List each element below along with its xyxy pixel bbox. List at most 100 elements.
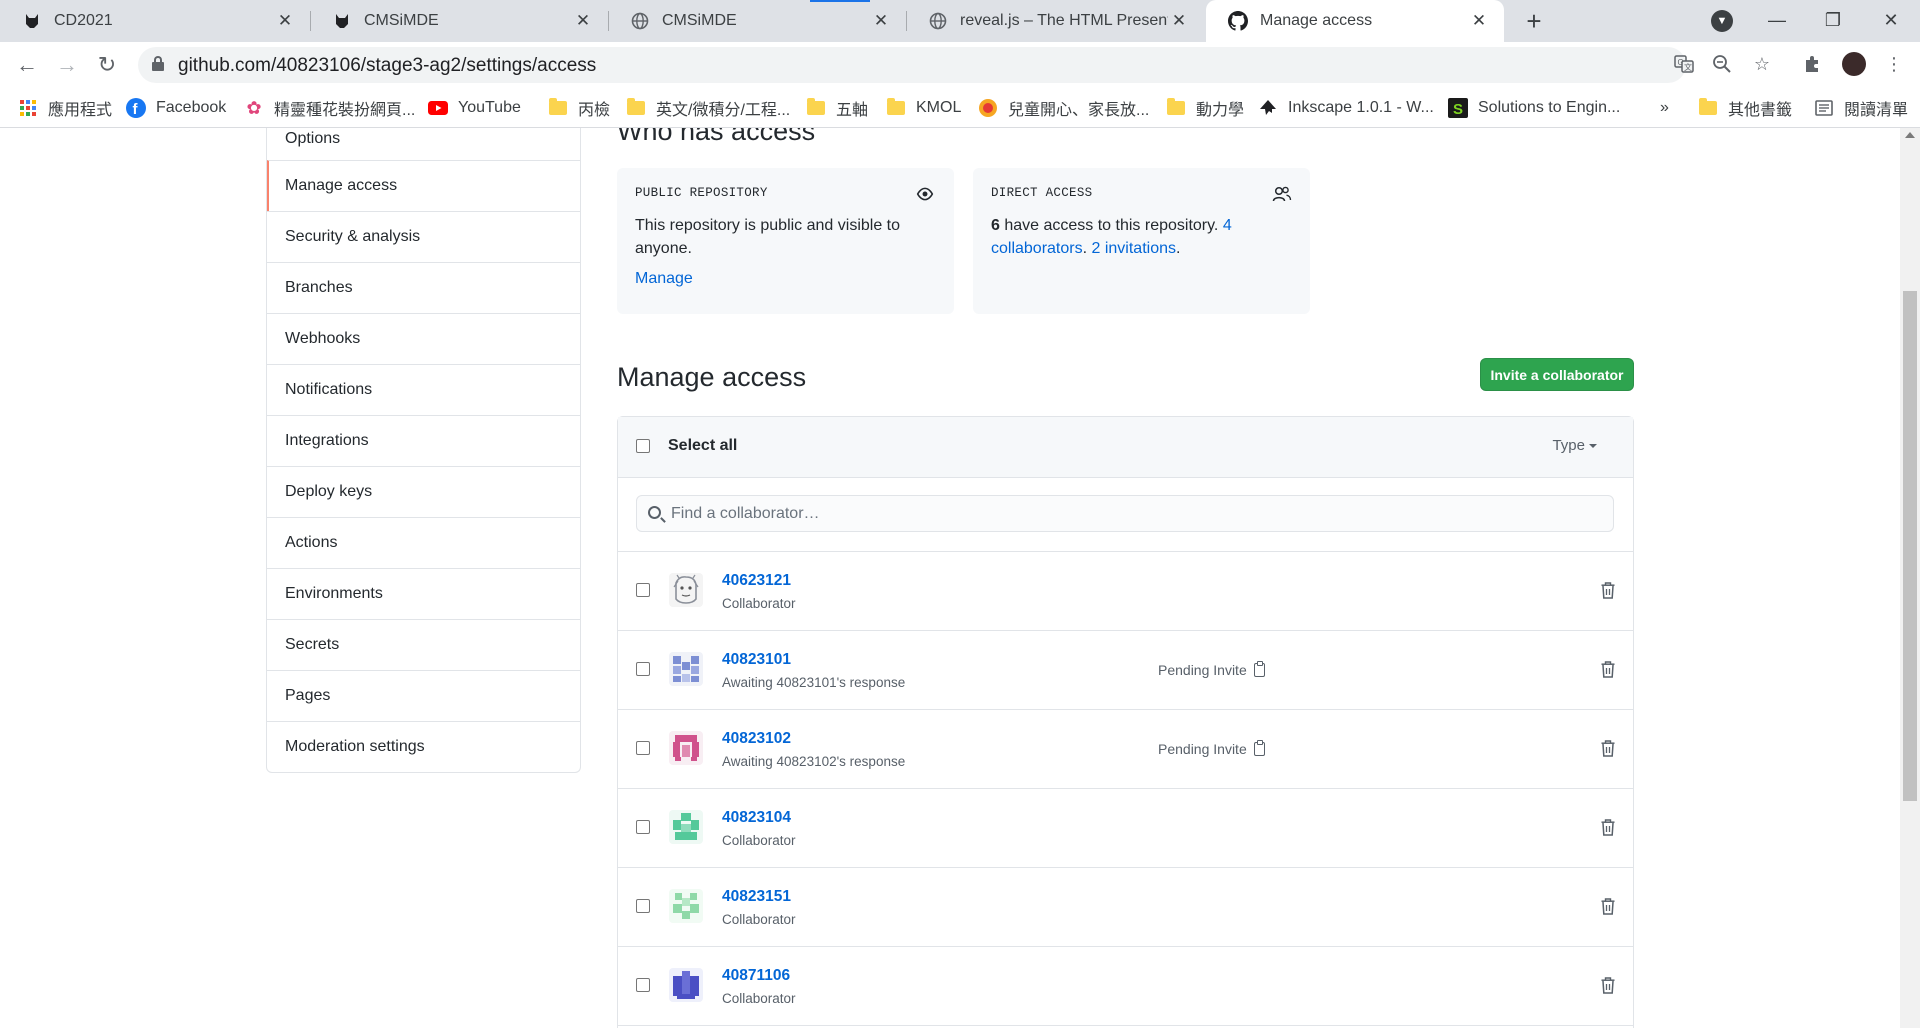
sidebar-item-manage-access[interactable]: Manage access bbox=[267, 160, 580, 211]
reload-icon[interactable]: ↻ bbox=[92, 50, 122, 80]
forward-icon[interactable]: → bbox=[52, 50, 82, 80]
trash-icon[interactable] bbox=[1601, 819, 1615, 836]
type-filter-dropdown[interactable]: Type bbox=[1552, 437, 1597, 454]
row-checkbox[interactable] bbox=[636, 978, 650, 992]
bookmark-folder[interactable]: 英文/微積分/工程... bbox=[626, 96, 790, 120]
row-checkbox[interactable] bbox=[636, 741, 650, 755]
avatar[interactable] bbox=[669, 810, 703, 844]
browser-tab-5-active[interactable]: Manage access ✕ bbox=[1206, 0, 1504, 42]
bookmark-youtube[interactable]: YouTube bbox=[428, 96, 521, 120]
zoom-icon[interactable] bbox=[1710, 54, 1734, 78]
row-checkbox[interactable] bbox=[636, 662, 650, 676]
invitations-count-link[interactable]: 2 invitations bbox=[1092, 240, 1177, 257]
copy-clipboard-icon[interactable] bbox=[1253, 740, 1265, 756]
sidebar-item-notifications[interactable]: Notifications bbox=[267, 364, 580, 415]
sidebar-item-pages[interactable]: Pages bbox=[267, 670, 580, 721]
row-checkbox[interactable] bbox=[636, 583, 650, 597]
browser-tab-1[interactable]: CD2021 ✕ bbox=[0, 0, 310, 42]
translate-icon[interactable]: G文 bbox=[1672, 54, 1696, 76]
browser-menu-icon[interactable]: ⋮ bbox=[1882, 54, 1906, 78]
window-close-icon[interactable]: ✕ bbox=[1866, 0, 1916, 40]
bookmark-flower-site[interactable]: ✿ 精靈種花裝扮網頁... bbox=[244, 96, 415, 120]
extensions-puzzle-icon[interactable] bbox=[1800, 54, 1824, 78]
sidebar-item-actions[interactable]: Actions bbox=[267, 517, 580, 568]
reading-list[interactable]: 閱讀清單 bbox=[1814, 96, 1908, 120]
scrollbar-thumb[interactable] bbox=[1903, 291, 1917, 801]
select-all-checkbox[interactable] bbox=[636, 439, 650, 453]
minimize-icon[interactable]: — bbox=[1752, 0, 1802, 40]
sidebar-item-environments[interactable]: Environments bbox=[267, 568, 580, 619]
avatar[interactable] bbox=[669, 652, 703, 686]
address-bar[interactable]: github.com/40823106/stage3-ag2/settings/… bbox=[138, 47, 1694, 83]
find-collaborator-field[interactable] bbox=[636, 495, 1614, 532]
browser-tab-2[interactable]: CMSiMDE ✕ bbox=[310, 0, 608, 42]
close-tab-icon[interactable]: ✕ bbox=[870, 11, 892, 31]
find-collaborator-input[interactable] bbox=[671, 496, 1601, 531]
close-tab-icon[interactable]: ✕ bbox=[1168, 11, 1190, 31]
search-row bbox=[618, 478, 1633, 552]
collaborator-username-link[interactable]: 40823101 bbox=[722, 651, 791, 669]
close-tab-icon[interactable]: ✕ bbox=[572, 11, 594, 31]
bookmark-folder[interactable]: KMOL bbox=[886, 96, 961, 120]
trash-icon[interactable] bbox=[1601, 740, 1615, 757]
trash-icon[interactable] bbox=[1601, 661, 1615, 678]
avatar[interactable] bbox=[669, 731, 703, 765]
close-tab-icon[interactable]: ✕ bbox=[274, 11, 296, 31]
sidebar-item-deploy-keys[interactable]: Deploy keys bbox=[267, 466, 580, 517]
bookmark-folder[interactable]: 丙檢 bbox=[548, 96, 610, 120]
manage-visibility-link[interactable]: Manage bbox=[635, 270, 936, 288]
collaborator-username-link[interactable]: 40823102 bbox=[722, 730, 791, 748]
row-checkbox[interactable] bbox=[636, 820, 650, 834]
copy-clipboard-icon[interactable] bbox=[1253, 661, 1265, 677]
sidebar-item-options[interactable]: Options bbox=[267, 128, 580, 160]
cmsimde-cat-icon bbox=[332, 11, 352, 31]
collaborator-role: Awaiting 40823102's response bbox=[722, 754, 906, 769]
sidebar-item-webhooks[interactable]: Webhooks bbox=[267, 313, 580, 364]
bookmark-folder[interactable]: 動力學 bbox=[1166, 96, 1244, 120]
avatar[interactable] bbox=[669, 573, 703, 607]
bookmarks-bar: 應用程式 f Facebook ✿ 精靈種花裝扮網頁... YouTube 丙檢… bbox=[0, 88, 1920, 128]
sidebar-item-security-analysis[interactable]: Security & analysis bbox=[267, 211, 580, 262]
bookmarks-overflow-icon[interactable]: » bbox=[1660, 96, 1669, 120]
close-tab-icon[interactable]: ✕ bbox=[1468, 11, 1490, 31]
sidebar-item-secrets[interactable]: Secrets bbox=[267, 619, 580, 670]
bookmark-apps[interactable]: 應用程式 bbox=[18, 96, 112, 120]
restore-icon[interactable]: ❐ bbox=[1808, 0, 1858, 40]
trash-icon[interactable] bbox=[1601, 977, 1615, 994]
table-row: 40823101 Awaiting 40823101's response Pe… bbox=[618, 631, 1633, 710]
browser-tab-4[interactable]: reveal.js – The HTML Presentati ✕ bbox=[906, 0, 1204, 42]
trash-icon[interactable] bbox=[1601, 582, 1615, 599]
pending-invite-badge[interactable]: Pending Invite bbox=[1158, 740, 1265, 757]
direct-access-text: 6 have access to this repository. 4 coll… bbox=[991, 214, 1292, 260]
lock-icon[interactable] bbox=[152, 56, 164, 72]
collaborator-username-link[interactable]: 40823104 bbox=[722, 809, 791, 827]
trash-icon[interactable] bbox=[1601, 898, 1615, 915]
new-tab-icon[interactable]: + bbox=[1519, 6, 1549, 36]
url-text[interactable]: github.com/40823106/stage3-ag2/settings/… bbox=[178, 55, 596, 77]
avatar[interactable] bbox=[669, 968, 703, 1002]
row-checkbox[interactable] bbox=[636, 899, 650, 913]
tab-search-icon[interactable]: ▼ bbox=[1711, 10, 1733, 32]
browser-tab-3[interactable]: CMSiMDE ✕ bbox=[608, 0, 906, 42]
collaborator-username-link[interactable]: 40871106 bbox=[722, 967, 790, 985]
bookmark-star-icon[interactable]: ☆ bbox=[1750, 54, 1774, 78]
sidebar-item-branches[interactable]: Branches bbox=[267, 262, 580, 313]
scroll-up-arrow-icon[interactable] bbox=[1905, 132, 1915, 138]
collaborator-username-link[interactable]: 40823151 bbox=[722, 888, 791, 906]
bookmark-folder[interactable]: 五軸 bbox=[806, 96, 868, 120]
avatar[interactable] bbox=[669, 889, 703, 923]
back-icon[interactable]: ← bbox=[12, 50, 42, 80]
sidebar-item-integrations[interactable]: Integrations bbox=[267, 415, 580, 466]
collaborator-username-link[interactable]: 40623121 bbox=[722, 572, 791, 590]
bookmark-solutions[interactable]: S Solutions to Engin... bbox=[1448, 96, 1620, 120]
page-scrollbar[interactable] bbox=[1900, 128, 1920, 1028]
select-all-label[interactable]: Select all bbox=[668, 437, 737, 455]
invite-collaborator-button[interactable]: Invite a collaborator bbox=[1480, 358, 1634, 391]
pending-invite-badge[interactable]: Pending Invite bbox=[1158, 661, 1265, 678]
bookmark-inkscape[interactable]: Inkscape 1.0.1 - W... bbox=[1258, 96, 1434, 120]
sidebar-item-moderation-settings[interactable]: Moderation settings bbox=[267, 721, 580, 772]
other-bookmarks[interactable]: 其他書籤 bbox=[1698, 96, 1792, 120]
bookmark-kids-site[interactable]: 兒童開心、家長放... bbox=[978, 96, 1149, 120]
profile-avatar[interactable] bbox=[1842, 52, 1866, 76]
bookmark-facebook[interactable]: f Facebook bbox=[126, 96, 226, 120]
